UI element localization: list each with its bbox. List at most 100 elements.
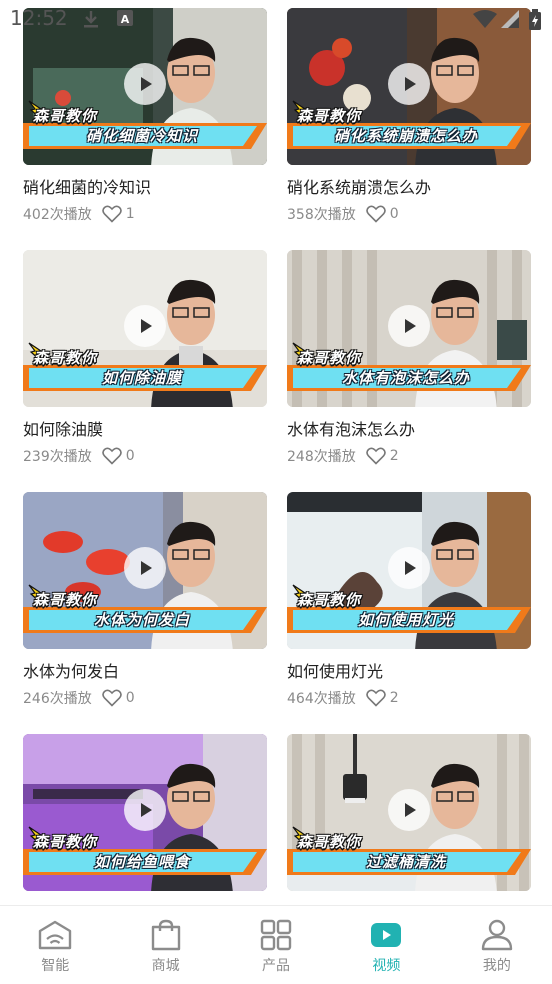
banner-label: 森哥教你 [297, 591, 362, 609]
video-banner: 森哥教你 过滤桶清洗 [287, 826, 531, 881]
nav-item-mall[interactable]: 商城 [110, 906, 220, 984]
play-icon [405, 560, 416, 575]
nav-label: 商城 [151, 958, 180, 974]
video-banner: 森哥教你 硝化细菌冷知识 [23, 100, 267, 155]
video-title[interactable]: 硝化系统崩溃怎么办 [287, 177, 531, 199]
video-card[interactable]: 森哥教你 硝化细菌冷知识 硝化细菌的冷知识 402次播放 1 [23, 8, 267, 224]
nav-item-products[interactable]: 产品 [221, 906, 331, 984]
play-count: 464次播放 [287, 691, 356, 707]
video-card[interactable]: 森哥教你 如何给鱼喂食 [23, 734, 267, 891]
play-button[interactable] [124, 546, 166, 589]
like-button[interactable]: 2 [365, 689, 399, 707]
heart-icon [365, 447, 386, 465]
video-card[interactable]: 森哥教你 如何使用灯光 如何使用灯光 464次播放 2 [287, 492, 531, 708]
video-banner: 森哥教你 水体为何发白 [23, 584, 267, 639]
banner-label: 森哥教你 [297, 107, 362, 125]
play-button[interactable] [124, 304, 166, 347]
video-thumbnail[interactable]: 森哥教你 如何给鱼喂食 [23, 734, 267, 891]
like-button[interactable]: 0 [101, 447, 135, 465]
play-count: 402次播放 [23, 207, 92, 223]
grid-icon [260, 919, 292, 951]
like-count: 2 [389, 448, 399, 464]
video-meta: 246次播放 0 [23, 688, 267, 708]
banner-title: 水体为何发白 [93, 611, 190, 629]
play-icon [405, 318, 416, 333]
like-button[interactable]: 1 [101, 205, 135, 223]
video-card[interactable]: 森哥教你 水体为何发白 水体为何发白 246次播放 0 [23, 492, 267, 708]
like-count: 1 [125, 206, 135, 222]
banner-label: 森哥教你 [33, 591, 98, 609]
nav-item-video[interactable]: 视频 [331, 906, 441, 984]
video-banner: 森哥教你 如何使用灯光 [287, 584, 531, 639]
play-button[interactable] [124, 62, 166, 105]
play-icon [141, 560, 152, 575]
banner-label: 森哥教你 [33, 349, 98, 367]
video-play-icon [371, 923, 402, 947]
play-count: 248次播放 [287, 449, 356, 465]
like-count: 0 [389, 206, 399, 222]
play-button[interactable] [388, 304, 430, 347]
video-thumbnail[interactable]: 森哥教你 如何除油膜 [23, 250, 267, 407]
video-title[interactable]: 如何除油膜 [23, 419, 267, 441]
video-grid: 森哥教你 硝化细菌冷知识 硝化细菌的冷知识 402次播放 1 森哥教你 硝化系统… [0, 0, 552, 905]
video-card[interactable]: 森哥教你 水体有泡沫怎么办 水体有泡沫怎么办 248次播放 2 [287, 250, 531, 466]
like-count: 0 [125, 448, 135, 464]
video-meta: 358次播放 0 [287, 204, 531, 224]
heart-icon [101, 205, 122, 223]
banner-title: 过滤桶清洗 [365, 853, 446, 871]
play-button[interactable] [388, 62, 430, 105]
nav-item-me[interactable]: 我的 [442, 906, 552, 984]
play-icon [405, 802, 416, 817]
video-thumbnail[interactable]: 森哥教你 硝化细菌冷知识 [23, 8, 267, 165]
video-title[interactable]: 水体为何发白 [23, 661, 267, 683]
bottom-nav: 智能 商城 产品 视频 我的 [0, 905, 552, 984]
nav-label: 我的 [482, 958, 511, 974]
banner-title: 水体有泡沫怎么办 [341, 369, 470, 387]
video-card[interactable]: 森哥教你 如何除油膜 如何除油膜 239次播放 0 [23, 250, 267, 466]
heart-icon [365, 205, 386, 223]
play-button[interactable] [388, 788, 430, 831]
play-button[interactable] [124, 788, 166, 831]
like-button[interactable]: 0 [101, 689, 135, 707]
banner-title: 如何给鱼喂食 [93, 853, 190, 871]
video-card[interactable]: 森哥教你 过滤桶清洗 [287, 734, 531, 891]
video-title[interactable]: 水体有泡沫怎么办 [287, 419, 531, 441]
nav-label: 智能 [41, 958, 70, 974]
banner-label: 森哥教你 [297, 349, 362, 367]
banner-title: 硝化系统崩溃怎么办 [333, 127, 478, 145]
play-icon [141, 802, 152, 817]
heart-icon [101, 447, 122, 465]
play-count: 239次播放 [23, 449, 92, 465]
video-banner: 森哥教你 硝化系统崩溃怎么办 [287, 100, 531, 155]
banner-title: 如何除油膜 [101, 369, 182, 387]
like-button[interactable]: 0 [365, 205, 399, 223]
nav-item-smart[interactable]: 智能 [0, 906, 110, 984]
heart-icon [365, 689, 386, 707]
video-meta: 248次播放 2 [287, 446, 531, 466]
video-meta: 239次播放 0 [23, 446, 267, 466]
video-thumbnail[interactable]: 森哥教你 过滤桶清洗 [287, 734, 531, 891]
video-banner: 森哥教你 水体有泡沫怎么办 [287, 342, 531, 397]
like-count: 0 [125, 690, 135, 706]
play-button[interactable] [388, 546, 430, 589]
banner-label: 森哥教你 [33, 107, 98, 125]
smart-home-icon [39, 920, 72, 950]
like-count: 2 [389, 690, 399, 706]
play-icon [141, 318, 152, 333]
banner-label: 森哥教你 [297, 833, 362, 851]
video-thumbnail[interactable]: 森哥教你 如何使用灯光 [287, 492, 531, 649]
banner-title: 硝化细菌冷知识 [85, 127, 198, 145]
video-title[interactable]: 如何使用灯光 [287, 661, 531, 683]
nav-label: 产品 [262, 958, 291, 974]
video-title[interactable]: 硝化细菌的冷知识 [23, 177, 267, 199]
banner-title: 如何使用灯光 [357, 611, 454, 629]
like-button[interactable]: 2 [365, 447, 399, 465]
video-thumbnail[interactable]: 森哥教你 硝化系统崩溃怎么办 [287, 8, 531, 165]
video-thumbnail[interactable]: 森哥教你 水体有泡沫怎么办 [287, 250, 531, 407]
shopping-bag-icon [151, 919, 180, 951]
video-banner: 森哥教你 如何除油膜 [23, 342, 267, 397]
play-count: 246次播放 [23, 691, 92, 707]
banner-label: 森哥教你 [33, 833, 98, 851]
video-thumbnail[interactable]: 森哥教你 水体为何发白 [23, 492, 267, 649]
video-card[interactable]: 森哥教你 硝化系统崩溃怎么办 硝化系统崩溃怎么办 358次播放 0 [287, 8, 531, 224]
